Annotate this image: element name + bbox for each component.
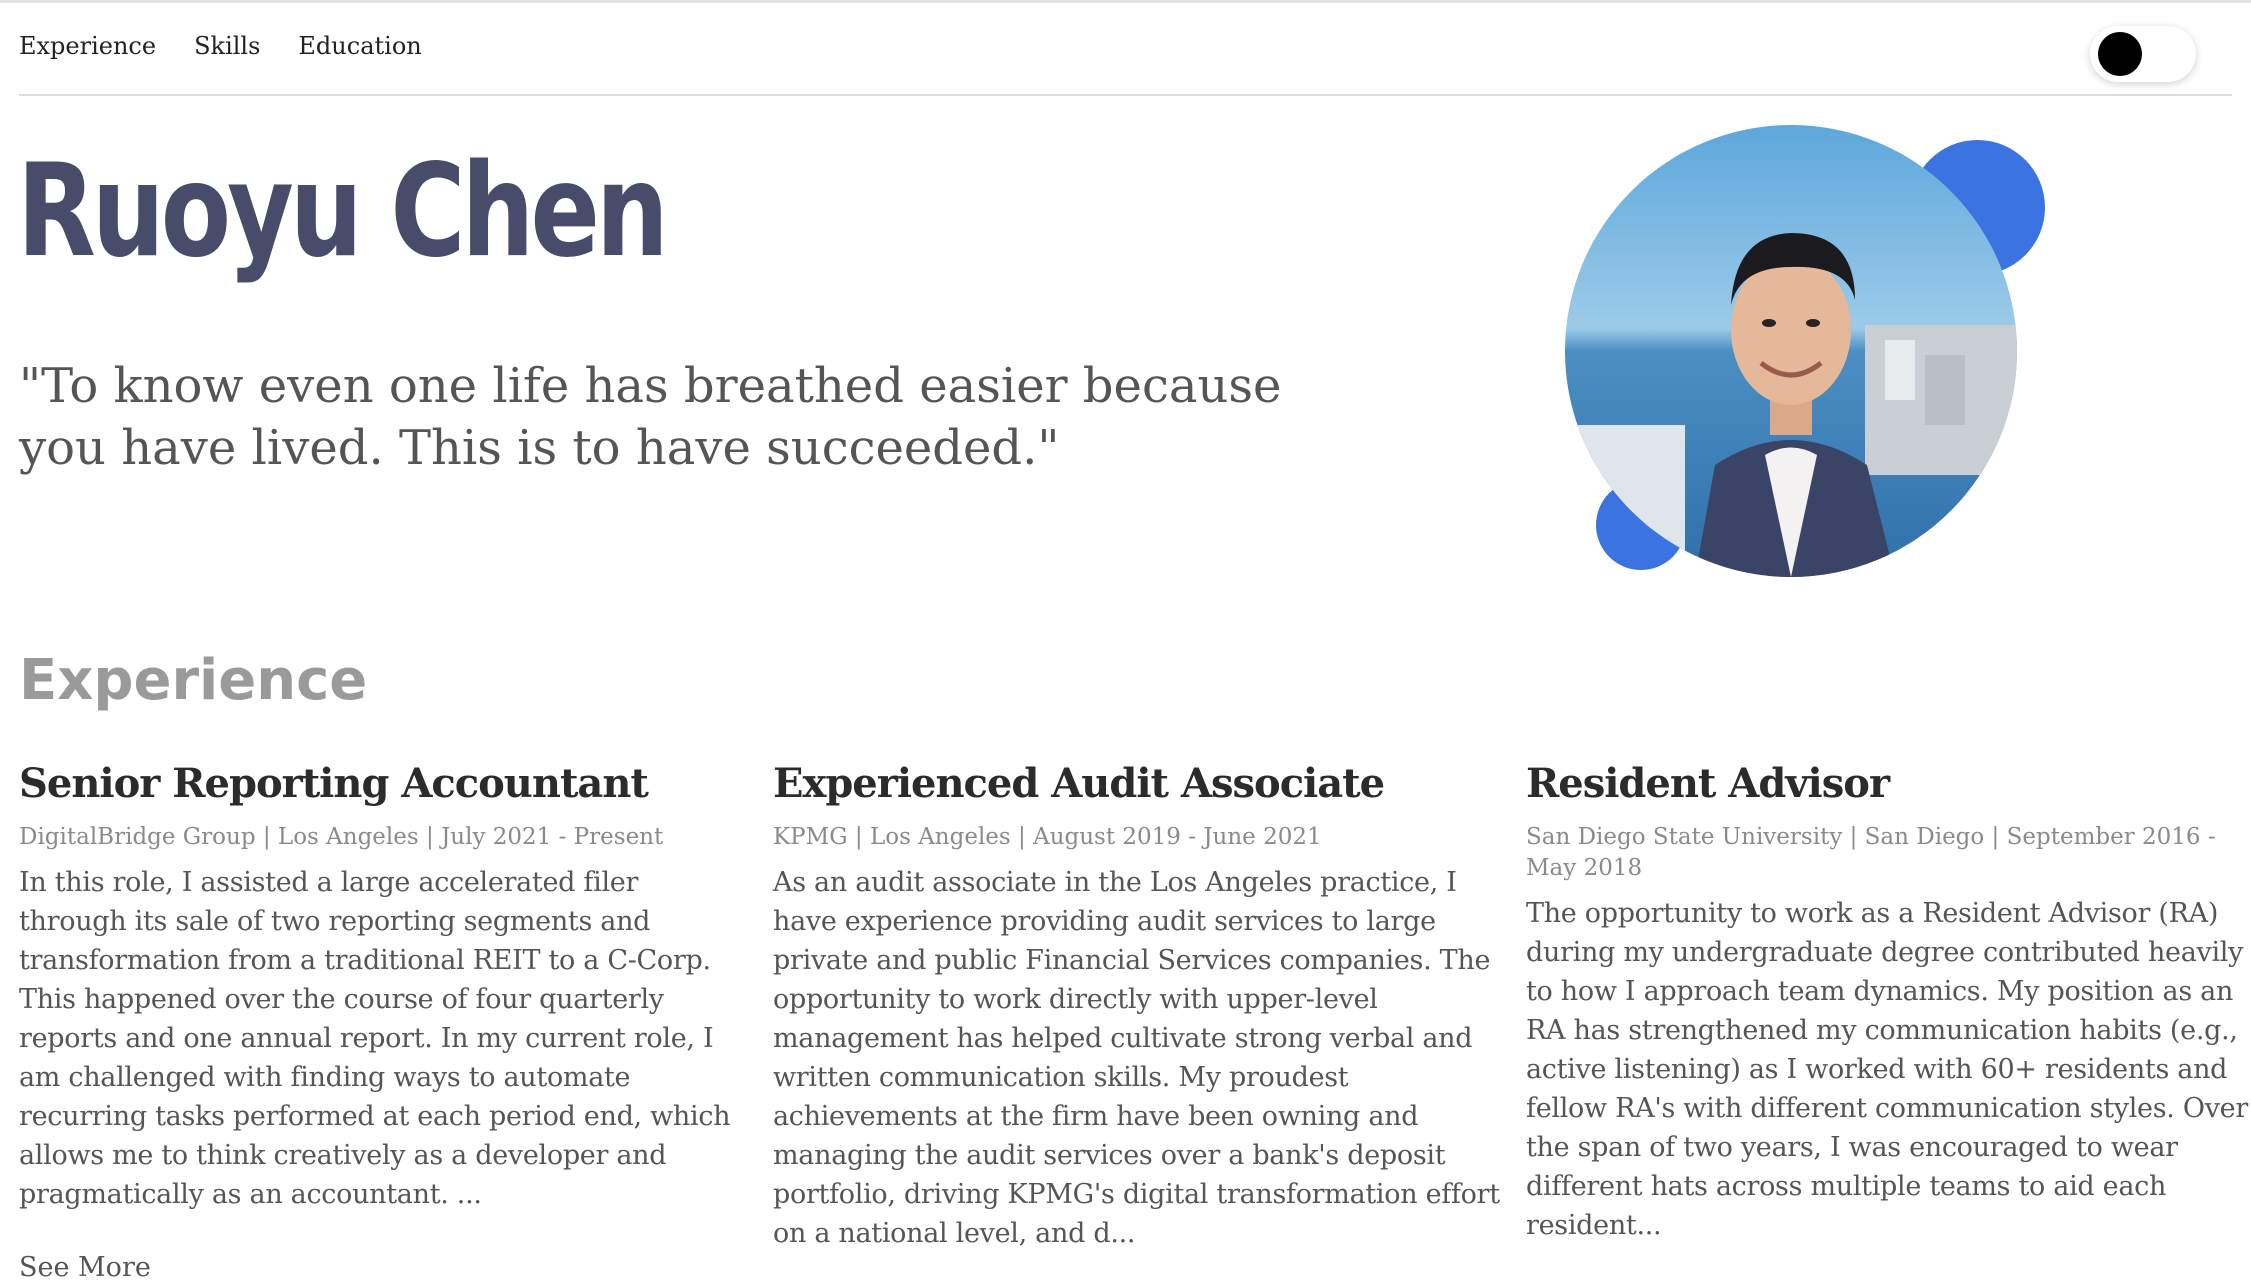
top-nav: Experience Skills Education bbox=[19, 26, 2232, 96]
profile-photo bbox=[1565, 125, 2017, 577]
hero-quote: "To know even one life has breathed easi… bbox=[19, 358, 1282, 476]
job-title: Senior Reporting Accountant bbox=[19, 760, 649, 807]
hero-name: Ruoyu Chen bbox=[17, 137, 669, 286]
experience-list: Senior Reporting Accountant DigitalBridg… bbox=[19, 760, 2248, 1283]
job-card: Senior Reporting Accountant DigitalBridg… bbox=[19, 760, 749, 1283]
see-more-link[interactable]: See More bbox=[19, 1252, 749, 1283]
nav-link-experience[interactable]: Experience bbox=[19, 32, 156, 60]
profile-photo-group bbox=[1560, 120, 2050, 590]
nav-links: Experience Skills Education bbox=[19, 32, 422, 60]
job-meta: DigitalBridge Group | Los Angeles | July… bbox=[19, 824, 664, 850]
job-description: As an audit associate in the Los Angeles… bbox=[773, 867, 1500, 1249]
job-meta: KPMG | Los Angeles | August 2019 - June … bbox=[773, 824, 1322, 850]
job-card: Experienced Audit Associate KPMG | Los A… bbox=[773, 760, 1503, 1253]
top-border bbox=[0, 0, 2251, 3]
nav-link-skills[interactable]: Skills bbox=[194, 32, 260, 60]
job-card: Resident Advisor San Diego State Univers… bbox=[1526, 760, 2251, 1245]
job-description: The opportunity to work as a Resident Ad… bbox=[1526, 898, 2248, 1241]
profile-photo-image bbox=[1565, 125, 2017, 577]
theme-toggle[interactable] bbox=[2090, 26, 2196, 82]
job-meta: San Diego State University | San Diego |… bbox=[1526, 824, 2216, 881]
nav-link-education[interactable]: Education bbox=[298, 32, 421, 60]
job-title: Experienced Audit Associate bbox=[773, 760, 1385, 807]
experience-section-title: Experience bbox=[19, 648, 368, 713]
job-description: In this role, I assisted a large acceler… bbox=[19, 867, 731, 1210]
job-title: Resident Advisor bbox=[1526, 760, 1890, 807]
toggle-knob bbox=[2098, 32, 2142, 76]
